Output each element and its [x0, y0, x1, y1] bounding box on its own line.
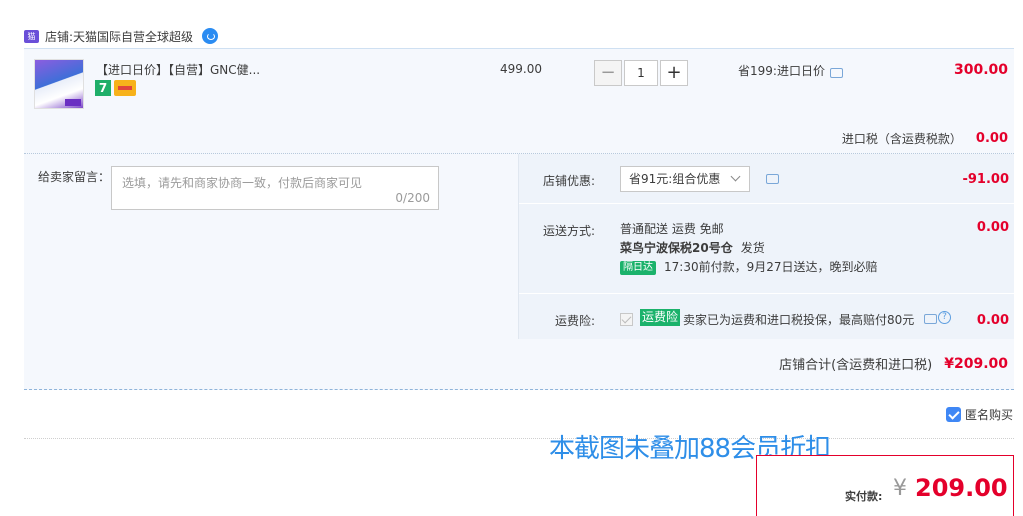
- quantity-increase-button[interactable]: +: [660, 60, 688, 86]
- shipping-value: 0.00: [976, 220, 1009, 235]
- seller-message-counter: 0/200: [395, 191, 430, 205]
- unit-price: 499.00: [500, 62, 542, 76]
- currency-symbol: ¥: [893, 476, 907, 501]
- card-payment-icon: [114, 80, 136, 96]
- quantity-input[interactable]: 1: [624, 60, 658, 86]
- shop-total: 店铺合计(含运费和进口税) ¥209.00: [779, 354, 1008, 374]
- payment-amount: 209.00: [915, 474, 1008, 502]
- divider: [24, 438, 1014, 439]
- anonymous-label: 匿名购买: [964, 408, 1013, 422]
- item-promo: 省199:进口日价: [738, 62, 843, 79]
- next-day-delivery-badge: 隔日达: [620, 261, 656, 275]
- shop-total-value: ¥209.00: [944, 355, 1008, 372]
- payment-summary: 实付款: ¥ 209.00: [756, 455, 1014, 516]
- shop-header: 猫 店铺: 天猫国际自营全球超级: [24, 26, 219, 46]
- shop-discount-row: 店铺优惠: 省91元:组合优惠 -91.00: [519, 154, 1015, 204]
- order-block: 【进口日价】【自营】GNC健... 7 499.00 − 1 + 省199:进口…: [24, 48, 1015, 390]
- shipping-method: 普通配送 运费 免邮: [620, 222, 724, 236]
- item-promo-text: 省199:进口日价: [738, 64, 825, 78]
- item-row: 【进口日价】【自营】GNC健... 7 499.00 − 1 + 省199:进口…: [24, 49, 1014, 153]
- delivery-note: 17:30前付款，9月27日送达，晚到必赔: [664, 260, 878, 274]
- shipping-insurance-text: 卖家已为运费和进口税投保，最高赔付80元: [683, 313, 915, 327]
- quantity-decrease-button[interactable]: −: [594, 60, 622, 86]
- shipping-insurance-label: 运费险:: [554, 314, 595, 328]
- shipping-row: 运送方式: 普通配送 运费 免邮 菜鸟宁波保税20号仓 发货 隔日达 17:30前付…: [519, 204, 1015, 294]
- product-thumbnail[interactable]: [34, 59, 84, 109]
- tmall-icon: 猫: [24, 29, 39, 43]
- comment-icon[interactable]: [924, 314, 937, 324]
- seven-day-return-icon: 7: [95, 80, 111, 96]
- shipping-insurance-value: 0.00: [976, 313, 1009, 328]
- order-options-panel: 店铺优惠: 省91元:组合优惠 -91.00 运送方式: 普通配送 运费 免邮 …: [518, 154, 1015, 339]
- seller-message-area: 给卖家留言： 选填，请先和商家协商一致，付款后商家可见 0/200: [24, 154, 518, 339]
- product-title-link[interactable]: 【进口日价】【自营】GNC健...: [96, 61, 260, 78]
- shop-discount-value: -91.00: [962, 172, 1009, 187]
- shipping-details: 普通配送 运费 免邮 菜鸟宁波保税20号仓 发货 隔日达 17:30前付款，9月27…: [620, 220, 878, 277]
- shipping-insurance-tag: 运费险: [640, 309, 681, 326]
- chevron-down-icon: [730, 171, 741, 182]
- shipping-insurance-checkbox[interactable]: [620, 313, 633, 326]
- import-tax-label: 进口税（含运费税款）: [841, 132, 962, 146]
- quantity-stepper: − 1 +: [594, 60, 688, 86]
- shop-discount-label: 店铺优惠:: [542, 174, 595, 188]
- item-subtotal: 300.00: [953, 62, 1008, 78]
- shop-discount-selected: 省91元:组合优惠: [629, 172, 721, 186]
- shop-name-link[interactable]: 天猫国际自营全球超级: [73, 28, 193, 45]
- comment-icon[interactable]: [766, 174, 779, 184]
- help-icon[interactable]: ?: [938, 311, 951, 324]
- shipping-warehouse-suffix: 发货: [740, 241, 765, 255]
- wangwang-chat-icon[interactable]: [202, 28, 219, 44]
- comment-icon[interactable]: [829, 67, 843, 78]
- import-tax-line: 进口税（含运费税款） 0.00: [842, 130, 1008, 147]
- shipping-label: 运送方式:: [542, 224, 595, 238]
- shop-label: 店铺:: [45, 29, 74, 44]
- payment-label: 实付款:: [845, 490, 883, 503]
- anonymous-purchase[interactable]: 匿名购买: [945, 406, 1013, 423]
- seller-message-label: 给卖家留言：: [38, 170, 111, 184]
- shop-discount-select[interactable]: 省91元:组合优惠: [620, 166, 750, 192]
- shipping-warehouse: 菜鸟宁波保税20号仓: [620, 241, 733, 255]
- seller-message-input[interactable]: 选填，请先和商家协商一致，付款后商家可见 0/200: [111, 166, 439, 210]
- seller-message-placeholder: 选填，请先和商家协商一致，付款后商家可见: [122, 176, 363, 190]
- anonymous-checkbox[interactable]: [945, 407, 961, 422]
- import-tax-value: 0.00: [975, 131, 1008, 146]
- shipping-insurance-row: 运费险: 运费险 卖家已为运费和进口税投保，最高赔付80元 ? 0.00: [519, 294, 1015, 339]
- shop-total-label: 店铺合计(含运费和进口税): [779, 358, 933, 373]
